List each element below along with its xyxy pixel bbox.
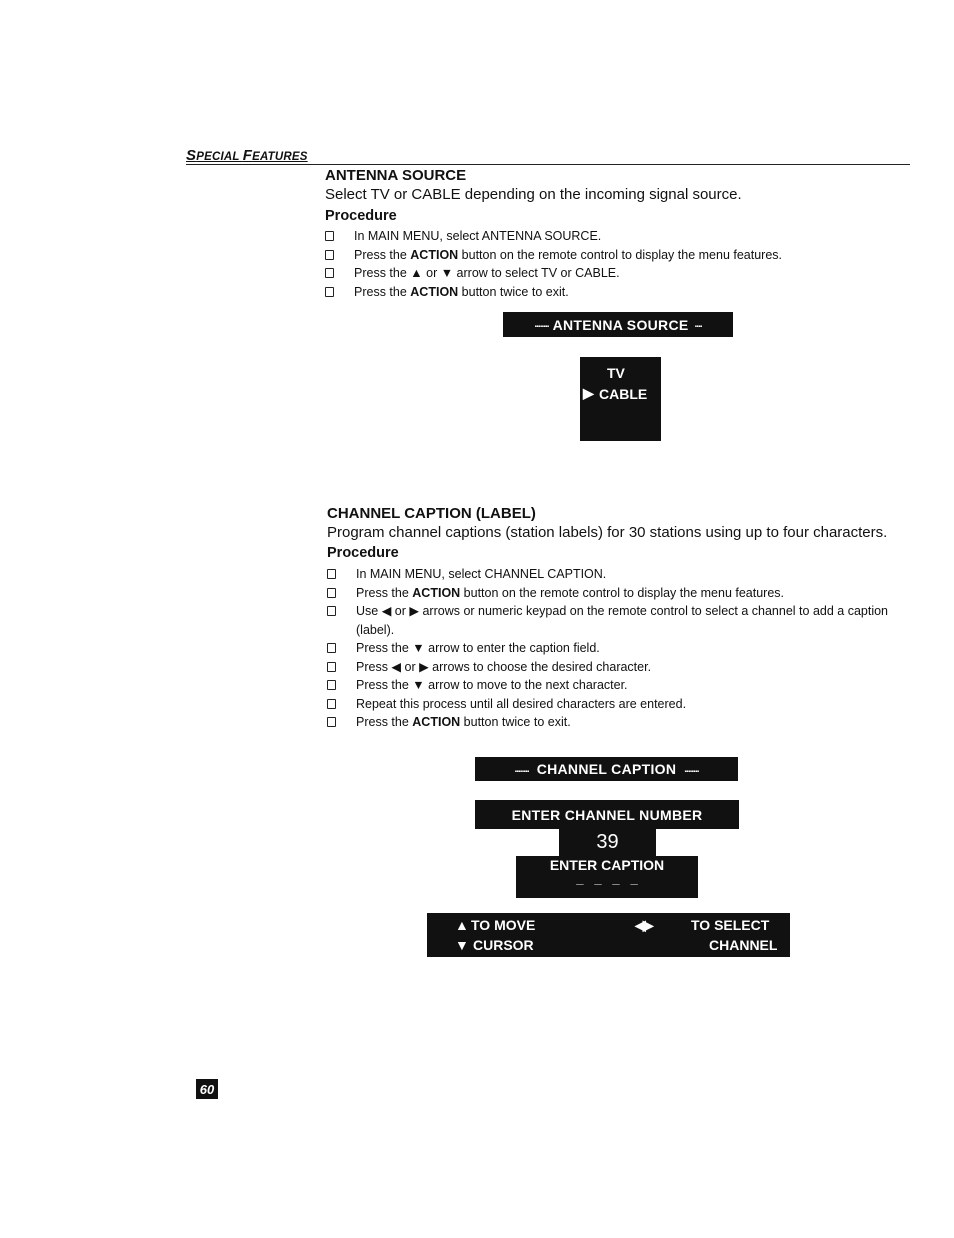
antenna-procedure-label: Procedure [325, 208, 397, 224]
step-text: Press the ▲ or ▼ arrow to select TV or C… [354, 266, 620, 280]
step-text: Press the [354, 247, 411, 262]
antenna-osd-title-bar: ........ ANTENNA SOURCE .... [503, 312, 733, 337]
selection-arrow-icon: ▶ [583, 385, 594, 401]
caption-osd-title: CHANNEL CAPTION [536, 761, 677, 777]
osd-dots: ........ [514, 763, 529, 775]
antenna-option-cable[interactable]: CABLE [599, 386, 647, 402]
caption-procedure-label: Procedure [327, 545, 399, 561]
step-text: In MAIN MENU, select ANTENNA SOURCE. [354, 229, 602, 243]
step-bold-text: ACTION [410, 284, 459, 299]
step-text: In MAIN MENU, select CHANNEL CAPTION. [356, 567, 607, 581]
checkbox-bullet-icon [325, 249, 334, 260]
antenna-steps-list: In MAIN MENU, select ANTENNA SOURCE. Pres… [325, 227, 885, 301]
antenna-source-heading: ANTENNA SOURCE [325, 167, 467, 184]
step-bold-text: ACTION [412, 715, 461, 729]
step-text: button on the remote control to display … [460, 585, 785, 600]
to-select-label: TO SELECT [691, 917, 770, 933]
antenna-source-description: Select TV or CABLE depending on the inco… [325, 186, 742, 203]
caption-steps-list: In MAIN MENU, select CHANNEL CAPTION. Pre… [327, 565, 917, 732]
channel-caption-description: Program channel captions (station labels… [327, 524, 888, 541]
caption-osd-title-bar: ........ CHANNEL CAPTION ........ [475, 757, 738, 781]
checkbox-bullet-icon [327, 717, 336, 727]
section-title-part: PECIAL [196, 151, 243, 163]
procedure-step: Press the ▲ or ▼ arrow to select TV or C… [325, 264, 885, 283]
channel-number-field[interactable]: 39 [559, 829, 656, 857]
checkbox-bullet-icon [327, 661, 336, 672]
step-text: Press the [354, 284, 411, 299]
step-text: Press the [356, 585, 413, 600]
antenna-osd-title: ANTENNA SOURCE [552, 316, 689, 333]
header-rule [186, 164, 910, 165]
cursor-label: CURSOR [473, 937, 534, 953]
step-text: button twice to exit. [460, 715, 571, 729]
checkbox-bullet-icon [325, 231, 334, 241]
step-text: Press ◀ or ▶ arrows to choose the desire… [356, 659, 652, 674]
checkbox-bullet-icon [325, 286, 334, 297]
osd-dots: ........ [684, 763, 699, 775]
procedure-step: Press the ACTION button on the remote co… [325, 246, 885, 265]
left-right-arrows-icon: ◀▶ [635, 917, 653, 933]
down-arrow-icon: ▼ [455, 937, 469, 953]
procedure-step: Press the ACTION button twice to exit. [327, 713, 917, 732]
procedure-step: Press the ACTION button twice to exit. [325, 283, 885, 302]
procedure-step: Press the ▼ arrow to enter the caption f… [327, 639, 917, 658]
procedure-step: Press the ACTION button on the remote co… [327, 584, 917, 603]
step-text: Press the ▼ arrow to enter the caption f… [356, 641, 600, 655]
step-text: button twice to exit. [458, 284, 569, 299]
caption-osd-footer: ▲ TO MOVE ▼ CURSOR ◀▶ TO SELECT CHANNEL [427, 913, 790, 957]
step-text: Press the ▼ arrow to move to the next ch… [356, 678, 628, 692]
checkbox-bullet-icon [327, 643, 336, 653]
section-title-part: EATURES [252, 151, 308, 163]
antenna-option-tv[interactable]: TV [607, 365, 625, 381]
step-text: Repeat this process until all desired ch… [356, 696, 687, 711]
to-move-label: TO MOVE [471, 917, 536, 933]
procedure-step: Press the ▼ arrow to move to the next ch… [327, 676, 917, 695]
procedure-step: Press ◀ or ▶ arrows to choose the desire… [327, 658, 917, 677]
osd-dots: ........ [534, 319, 549, 330]
section-title-initial-f: F [242, 147, 253, 164]
antenna-osd-options-box: TV ▶ CABLE [580, 357, 661, 441]
section-title-initial-s: S [186, 147, 197, 164]
channel-label: CHANNEL [709, 937, 778, 953]
enter-channel-number-bar: ENTER CHANNEL NUMBER [475, 800, 739, 829]
checkbox-bullet-icon [327, 587, 336, 598]
step-text: Use ◀ or ▶ arrows or numeric keypad on t… [356, 604, 889, 637]
procedure-step: Use ◀ or ▶ arrows or numeric keypad on t… [327, 602, 917, 639]
checkbox-bullet-icon [327, 680, 336, 690]
checkbox-bullet-icon [327, 569, 336, 579]
procedure-step: In MAIN MENU, select CHANNEL CAPTION. [327, 565, 917, 584]
enter-caption-box: ENTER CAPTION _ _ _ _ [516, 856, 698, 898]
checkbox-bullet-icon [325, 268, 334, 278]
step-bold-text: ACTION [410, 247, 459, 262]
step-bold-text: ACTION [412, 585, 461, 600]
checkbox-bullet-icon [327, 606, 336, 616]
caption-character-slots[interactable]: _ _ _ _ [516, 871, 698, 886]
osd-dots: .... [694, 319, 703, 330]
up-arrow-icon: ▲ [455, 917, 469, 933]
checkbox-bullet-icon [327, 698, 336, 709]
step-text: Press the [356, 715, 413, 729]
section-title: SPECIAL FEATURES [186, 147, 308, 164]
channel-caption-heading: CHANNEL CAPTION (LABEL) [327, 505, 536, 522]
procedure-step: In MAIN MENU, select ANTENNA SOURCE. [325, 227, 885, 246]
step-text: button on the remote control to display … [458, 247, 783, 262]
page-number-badge: 60 [196, 1079, 218, 1099]
enter-channel-number-label: ENTER CHANNEL NUMBER [511, 806, 703, 823]
procedure-step: Repeat this process until all desired ch… [327, 695, 917, 714]
